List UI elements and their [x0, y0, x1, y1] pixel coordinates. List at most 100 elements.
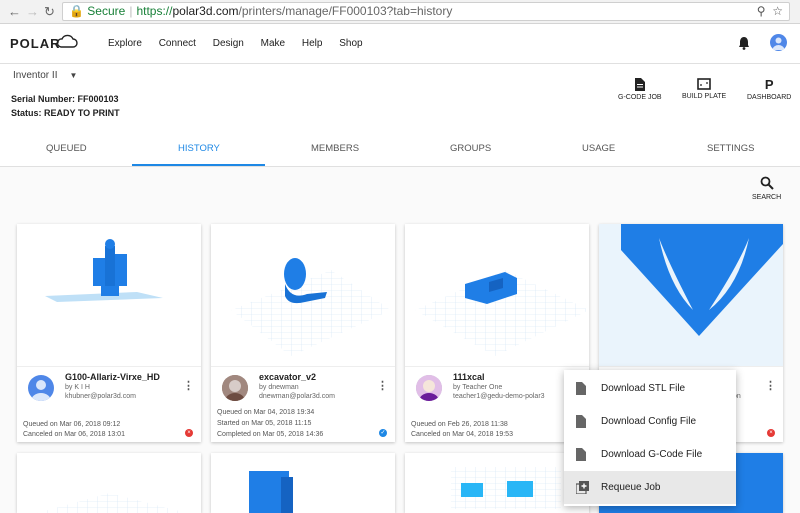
bookmark-star-icon[interactable]: ☆ — [772, 4, 783, 18]
job-owner-email: dnewman@polar3d.com — [259, 393, 335, 400]
job-thumbnail[interactable] — [17, 224, 201, 366]
gcode-job-button[interactable]: G-CODE JOB — [618, 78, 662, 101]
logo-text: POLAR — [10, 36, 61, 51]
nav-make[interactable]: Make — [261, 38, 285, 49]
completed-date: Completed on Mar 05, 2018 14:36 — [217, 431, 324, 438]
requeue-job-label: Requeue Job — [601, 482, 661, 493]
active-tab-indicator — [132, 164, 265, 166]
tab-queued[interactable]: QUEUED — [46, 143, 87, 154]
url-protocol: https:// — [136, 4, 173, 18]
tab-settings[interactable]: SETTINGS — [707, 143, 755, 154]
dropdown-arrow-icon: ▼ — [69, 71, 78, 80]
job-info: excavator_v2 by dnewman dnewman@polar3d.… — [211, 366, 395, 442]
search-button[interactable]: SEARCH — [752, 176, 781, 201]
job-owner: by dnewman — [259, 384, 299, 391]
dashboard-button[interactable]: P DASHBOARD — [747, 78, 791, 101]
back-icon[interactable]: ← — [8, 4, 21, 19]
build-plate-label: BUILD PLATE — [682, 93, 727, 100]
started-date: Started on Mar 05, 2018 11:15 — [217, 420, 312, 427]
download-stl-label: Download STL File — [601, 383, 686, 394]
more-options-icon[interactable]: ⋮ — [377, 379, 388, 392]
user-avatar — [28, 375, 54, 401]
download-gcode-item[interactable]: Download G-Code File — [564, 438, 736, 471]
more-options-icon[interactable]: ⋮ — [765, 379, 776, 392]
queued-date: Queued on Mar 04, 2018 19:34 — [217, 409, 315, 416]
queued-date: Queued on Mar 06, 2018 09:12 — [23, 421, 121, 428]
job-owner-email: teacher1@gedu-demo-polar3 — [453, 393, 545, 400]
nav-explore[interactable]: Explore — [108, 38, 142, 49]
job-info: G100-Allariz-Virxe_HD by K I H khubner@p… — [17, 366, 201, 442]
canceled-status-icon: × — [767, 429, 775, 437]
reload-icon[interactable]: ↻ — [44, 4, 55, 20]
dashboard-p-icon: P — [764, 77, 774, 92]
job-card[interactable] — [211, 453, 395, 513]
forward-icon[interactable]: → — [26, 4, 39, 19]
job-card[interactable] — [17, 453, 201, 513]
tab-history[interactable]: HISTORY — [178, 143, 220, 154]
job-name[interactable]: G100-Allariz-Virxe_HD — [65, 372, 160, 382]
main-nav: Explore Connect Design Make Help Shop — [108, 38, 377, 49]
printer-info: Inventor II ▼ Serial Number: FF000103 Sta… — [0, 64, 800, 134]
file-icon — [576, 382, 586, 395]
app-header: POLAR Explore Connect Design Make Help S… — [0, 24, 800, 64]
job-thumbnail[interactable] — [599, 224, 783, 366]
job-thumbnail[interactable] — [405, 224, 589, 366]
file-icon — [634, 78, 645, 91]
build-plate-icon — [697, 78, 711, 90]
cloud-icon — [56, 34, 78, 48]
printer-status: Status: READY TO PRINT — [11, 108, 120, 118]
nav-shop[interactable]: Shop — [339, 38, 362, 49]
tab-usage[interactable]: USAGE — [582, 143, 615, 154]
job-context-menu: Download STL File Download Config File D… — [564, 370, 736, 506]
bell-icon[interactable] — [738, 36, 750, 50]
job-owner: by K I H — [65, 384, 90, 391]
tab-members[interactable]: MEMBERS — [311, 143, 359, 154]
queued-date: Queued on Feb 26, 2018 11:38 — [411, 421, 508, 428]
gcode-job-label: G-CODE JOB — [618, 94, 662, 101]
job-owner: by Teacher One — [453, 384, 503, 391]
job-card[interactable] — [405, 453, 589, 513]
job-owner-email: khubner@polar3d.com — [65, 393, 136, 400]
printer-select-value: Inventor II — [13, 70, 58, 81]
download-gcode-label: Download G-Code File — [601, 449, 703, 460]
user-avatar — [222, 375, 248, 401]
canceled-date: Canceled on Mar 06, 2018 13:01 — [23, 431, 125, 438]
polar-logo[interactable]: POLAR — [10, 34, 78, 51]
serial-number: Serial Number: FF000103 — [11, 94, 119, 104]
user-avatar — [416, 375, 442, 401]
nav-connect[interactable]: Connect — [159, 38, 196, 49]
download-config-item[interactable]: Download Config File — [564, 405, 736, 438]
zoom-icon[interactable]: ⚲ — [757, 4, 766, 18]
download-config-label: Download Config File — [601, 416, 697, 427]
nav-design[interactable]: Design — [213, 38, 244, 49]
requeue-job-item[interactable]: Requeue Job — [564, 471, 736, 504]
dashboard-label: DASHBOARD — [747, 94, 792, 101]
file-icon — [576, 415, 586, 428]
job-name[interactable]: 111xcal — [453, 372, 485, 382]
canceled-date: Canceled on Mar 04, 2018 19:53 — [411, 431, 513, 438]
job-thumbnail[interactable] — [211, 224, 395, 366]
user-avatar[interactable] — [770, 34, 787, 51]
job-name[interactable]: excavator_v2 — [259, 372, 316, 382]
job-card[interactable]: 111xcal by Teacher One teacher1@gedu-dem… — [405, 224, 589, 442]
job-card[interactable]: excavator_v2 by dnewman dnewman@polar3d.… — [211, 224, 395, 442]
tab-bar: QUEUED HISTORY MEMBERS GROUPS USAGE SETT… — [0, 134, 800, 167]
file-icon — [576, 448, 586, 461]
nav-help[interactable]: Help — [302, 38, 323, 49]
tab-groups[interactable]: GROUPS — [450, 143, 491, 154]
browser-chrome: ← → ↻ 🔒 Secure | https://polar3d.com/print… — [0, 0, 800, 24]
search-icon — [760, 176, 774, 190]
url-host: polar3d.com — [172, 4, 239, 18]
canceled-status-icon: × — [185, 429, 193, 437]
build-plate-button[interactable]: BUILD PLATE — [682, 78, 726, 100]
lock-icon: 🔒 — [69, 4, 84, 18]
completed-status-icon: ✓ — [379, 429, 387, 437]
job-info: 111xcal by Teacher One teacher1@gedu-dem… — [405, 366, 589, 442]
address-bar[interactable]: 🔒 Secure | https://polar3d.com/printers/ma… — [62, 2, 790, 21]
search-label: SEARCH — [752, 194, 782, 201]
job-card[interactable]: G100-Allariz-Virxe_HD by K I H khubner@p… — [17, 224, 201, 442]
more-options-icon[interactable]: ⋮ — [183, 379, 194, 392]
secure-label: Secure — [87, 4, 126, 18]
printer-select[interactable]: Inventor II ▼ — [13, 70, 77, 81]
download-stl-item[interactable]: Download STL File — [564, 372, 736, 405]
